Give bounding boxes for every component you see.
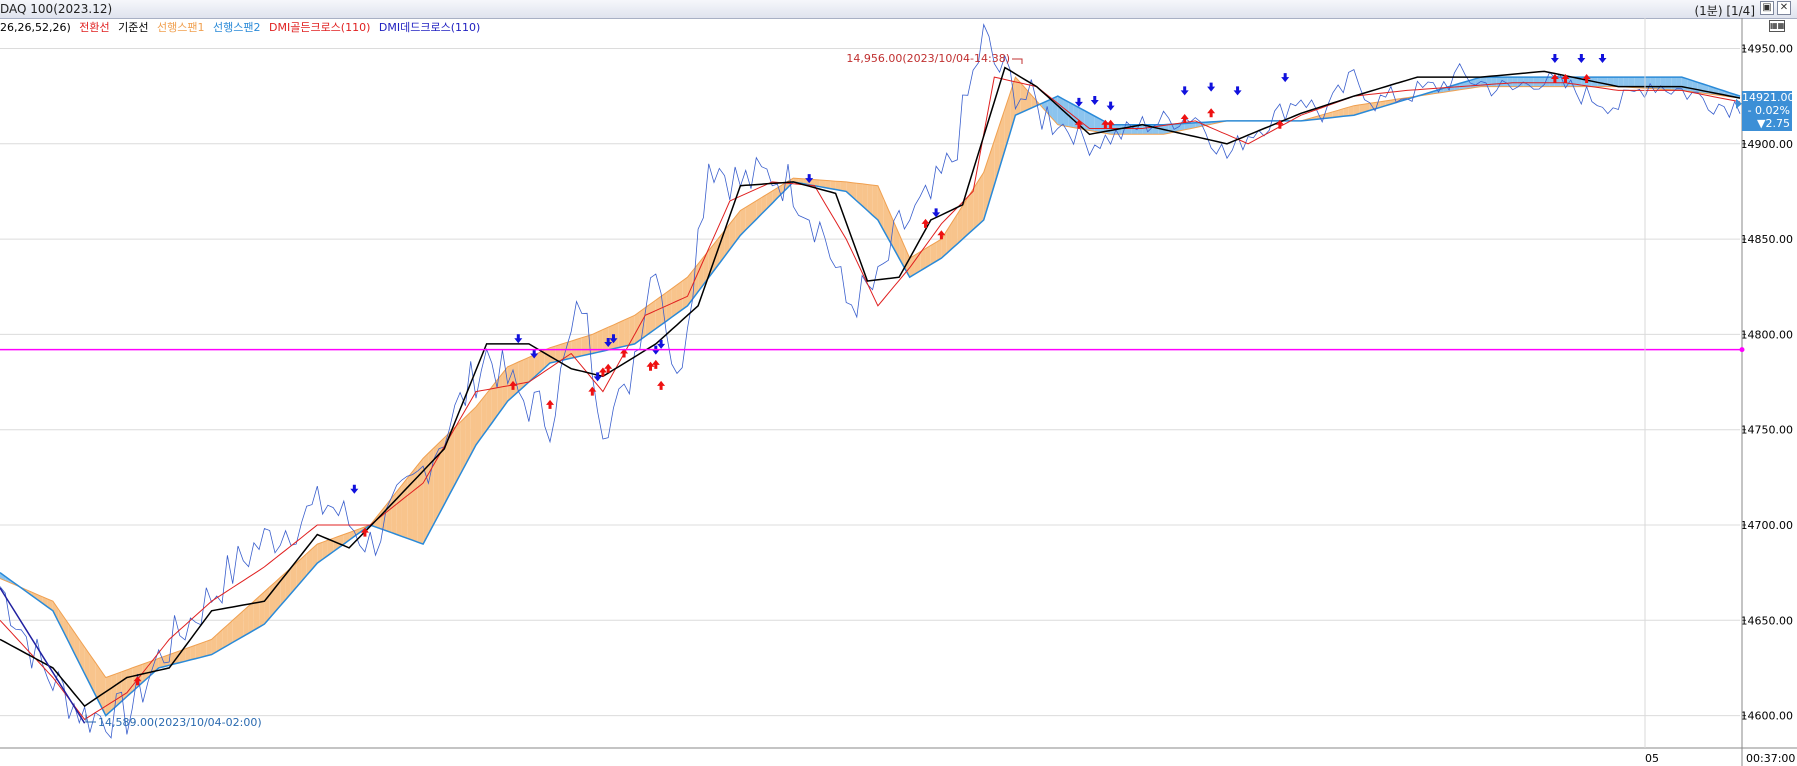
cloud-segment — [1618, 77, 1624, 87]
y-tick-label: 14900.00 — [1741, 138, 1794, 151]
y-tick-label: 14650.00 — [1741, 614, 1794, 627]
dead-cross-arrow — [1207, 82, 1216, 92]
golden-cross-arrow — [657, 380, 666, 390]
reference-line-marker — [1739, 347, 1745, 353]
dead-cross-arrow — [1180, 86, 1189, 96]
cloud-segment — [1491, 77, 1497, 87]
cloud-segment — [1512, 77, 1518, 87]
cloud-segment — [253, 596, 260, 631]
cloud-segment — [957, 205, 963, 244]
current-price: 14921.00 — [1742, 90, 1795, 104]
cloud-segment — [1507, 77, 1513, 87]
dead-cross-arrow — [1598, 54, 1607, 64]
cloud-segment — [105, 675, 112, 716]
cloud-segment — [576, 337, 582, 358]
y-tick-label: 14750.00 — [1741, 424, 1794, 437]
cloud-segment — [190, 645, 196, 660]
cloud-segment — [1533, 77, 1540, 87]
y-tick-label: 14850.00 — [1741, 233, 1794, 246]
cloud-segment — [1671, 77, 1677, 91]
cloud-segment — [195, 643, 201, 659]
cloud-segment — [624, 317, 630, 347]
current-change: ▼2.75 — [1757, 116, 1790, 130]
low-annotation-label: 14,589.00(2023/10/04-02:00) — [98, 716, 262, 729]
cloud-segment — [597, 329, 603, 353]
dead-cross-arrow — [1090, 95, 1099, 105]
cloud-segment — [581, 336, 588, 356]
price-line — [0, 23, 1741, 739]
cloud-segment — [1660, 77, 1666, 90]
cloud-segment — [618, 320, 625, 348]
cloud-segment — [200, 641, 207, 658]
y-tick-label: 14700.00 — [1741, 519, 1794, 532]
cloud-segment — [1068, 101, 1074, 128]
leading-span-1-line — [0, 76, 1741, 679]
golden-cross-arrow — [546, 399, 555, 409]
cloud-segment — [1523, 77, 1529, 87]
cloud-segment — [571, 339, 577, 359]
dmi-signals — [133, 54, 1607, 686]
cloud-segment — [1517, 77, 1524, 87]
cloud-segment — [1665, 77, 1672, 90]
cloud-segment — [655, 296, 662, 329]
high-annotation-label: 14,956.00(2023/10/04-14:38) — [846, 52, 1010, 65]
time-label-day: 05 — [1645, 752, 1659, 765]
price-chart[interactable]: 14600.00 14650.00 14700.00 14750.00 14800.00… — [0, 0, 1797, 766]
dead-cross-arrow — [1106, 101, 1115, 111]
trend-line — [0, 587, 86, 724]
cloud-segment — [1623, 77, 1629, 88]
cloud-segment — [248, 601, 254, 634]
high-annotation: 14,956.00(2023/10/04-14:38) — [846, 52, 1023, 65]
time-label-time: 00:37:00 — [1746, 752, 1795, 765]
cloud-segment — [951, 214, 958, 249]
cloud-segment — [111, 673, 117, 711]
golden-cross-arrow — [1207, 108, 1216, 118]
cloud-segment — [634, 311, 640, 344]
cloud-segment — [872, 185, 878, 221]
cloud-segment — [650, 300, 656, 333]
current-price-box: 14921.00 - 0.02% ▼2.75 — [1742, 90, 1795, 131]
cloud-segment — [206, 639, 212, 656]
dead-cross-arrow — [514, 334, 523, 344]
price-axis[interactable]: 14600.00 14650.00 14700.00 14750.00 14800.00… — [1741, 42, 1794, 722]
dead-cross-arrow — [1577, 54, 1586, 64]
cloud-segment — [1602, 77, 1608, 87]
dead-cross-arrow — [1281, 73, 1290, 83]
cloud-segment — [1057, 96, 1064, 126]
cloud-segment — [629, 315, 635, 346]
dead-cross-arrow — [1550, 54, 1559, 64]
time-axis: 05 00:37:00 — [0, 18, 1797, 766]
dead-cross-arrow — [1233, 86, 1242, 96]
cloud-segment — [676, 281, 683, 314]
cloud-segment — [116, 671, 122, 707]
cloud-segment — [401, 478, 408, 539]
y-tick-label: 14800.00 — [1741, 328, 1794, 341]
cloud-segment — [550, 346, 556, 363]
golden-cross-arrow — [921, 218, 930, 228]
current-change-pct: - 0.02% — [1747, 103, 1790, 117]
dead-cross-arrow — [350, 484, 359, 494]
y-tick-label: 14600.00 — [1741, 710, 1794, 723]
cloud-segment — [259, 591, 265, 628]
y-tick-label: 14950.00 — [1741, 42, 1794, 55]
golden-cross-arrow — [651, 359, 660, 369]
indicator-lines — [0, 23, 1741, 739]
low-annotation: 14,589.00(2023/10/04-02:00) — [85, 714, 262, 729]
cloud-segment — [682, 277, 688, 310]
cloud-segment — [396, 484, 402, 537]
